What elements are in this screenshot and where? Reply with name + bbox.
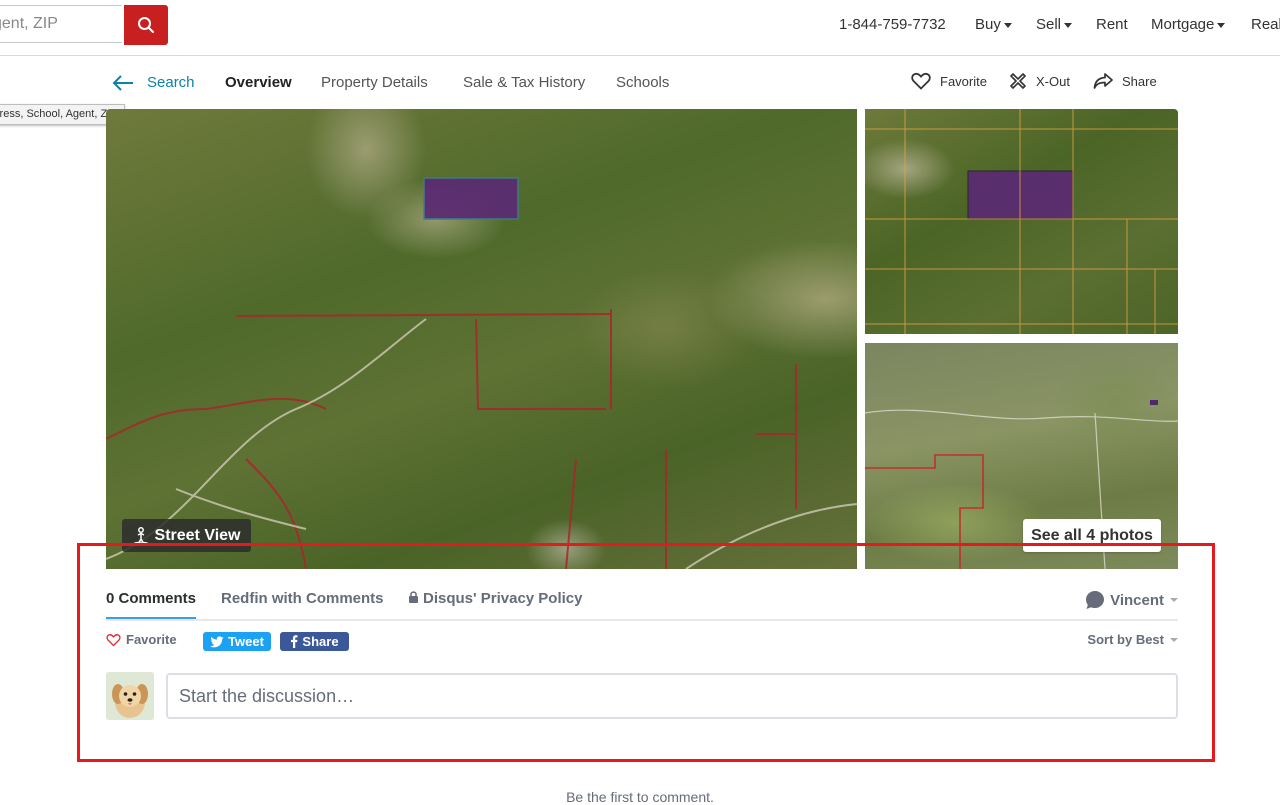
- avatar[interactable]: [106, 672, 154, 720]
- comment-input[interactable]: Start the discussion…: [166, 673, 1178, 719]
- back-to-search-link[interactable]: Search: [147, 74, 195, 91]
- nav-sell-label: Sell: [1036, 16, 1062, 33]
- nav-rent[interactable]: Rent: [1096, 16, 1128, 33]
- annotation-highlight-box: [77, 543, 1215, 762]
- heart-icon: [106, 633, 121, 646]
- nav-buy-label: Buy: [975, 16, 1001, 33]
- caret-down-icon: [1064, 22, 1073, 28]
- tab-comments-count[interactable]: 0 Comments: [106, 590, 197, 619]
- nav-mortgage-label: Mortgage: [1151, 16, 1215, 33]
- tweet-button[interactable]: Tweet: [203, 632, 271, 651]
- nav-mortgage[interactable]: Mortgage: [1151, 16, 1226, 33]
- caret-down-icon: [1217, 22, 1226, 28]
- caret-down-icon: [1170, 637, 1178, 642]
- comment-input-placeholder: Start the discussion…: [179, 685, 355, 706]
- nav-real-estate-agents[interactable]: Real: [1251, 16, 1280, 33]
- xout-label: X-Out: [1036, 73, 1070, 89]
- disqus-header: 0 Comments Redfin with Comments Disqus' …: [106, 582, 1178, 621]
- tweet-label: Tweet: [228, 634, 264, 649]
- tab-sale-tax-history[interactable]: Sale & Tax History: [463, 74, 585, 91]
- facebook-share-button[interactable]: Share: [280, 632, 349, 651]
- nav-buy[interactable]: Buy: [975, 16, 1012, 33]
- facebook-share-label: Share: [302, 634, 339, 649]
- see-all-photos-label: See all 4 photos: [1031, 526, 1153, 544]
- street-view-button[interactable]: Street View: [122, 519, 251, 552]
- street-view-label: Street View: [154, 526, 241, 544]
- header: 1-844-759-7732 Buy Sell Rent Mortgage Re…: [0, 0, 1280, 56]
- tab-overview[interactable]: Overview: [225, 74, 292, 91]
- share-icon: [1093, 73, 1113, 89]
- photo-thumbnail-1[interactable]: [865, 109, 1178, 334]
- x-out-icon: [1010, 73, 1026, 89]
- aerial-map-image: [106, 177, 857, 569]
- twitter-bird-icon: [210, 635, 224, 647]
- back-arrow-icon[interactable]: [111, 74, 135, 92]
- privacy-policy-label: Disqus' Privacy Policy: [423, 590, 583, 607]
- share-label: Share: [1122, 73, 1157, 89]
- facebook-icon: [291, 635, 298, 648]
- puppy-avatar-image: [106, 672, 154, 720]
- speech-bubble-icon: [1086, 591, 1105, 609]
- username: Vincent: [1110, 591, 1164, 609]
- favorite-button[interactable]: Favorite: [911, 72, 987, 90]
- property-subnav: Search Overview Property Details Sale & …: [0, 70, 1280, 96]
- favorite-label: Favorite: [940, 73, 987, 89]
- main-nav: 1-844-759-7732 Buy Sell Rent Mortgage Re…: [0, 16, 1280, 36]
- tab-schools[interactable]: Schools: [616, 74, 669, 91]
- main-photo[interactable]: [106, 109, 857, 569]
- tab-property-details[interactable]: Property Details: [321, 74, 428, 91]
- see-all-photos-button[interactable]: See all 4 photos: [1023, 519, 1161, 552]
- recommend-favorite-button[interactable]: Favorite: [106, 632, 177, 647]
- phone-number[interactable]: 1-844-759-7732: [839, 16, 946, 33]
- xout-button[interactable]: X-Out: [1009, 72, 1070, 90]
- lock-icon: [409, 591, 418, 603]
- privacy-policy-link[interactable]: Disqus' Privacy Policy: [408, 590, 582, 607]
- empty-state-text: Be the first to comment.: [566, 789, 714, 805]
- nav-sell[interactable]: Sell: [1036, 16, 1073, 33]
- recommend-favorite-label: Favorite: [126, 632, 177, 647]
- parcel-map-image: [865, 109, 1178, 334]
- sort-label: Sort by Best: [1087, 632, 1164, 647]
- tab-community[interactable]: Redfin with Comments: [221, 590, 384, 607]
- user-menu[interactable]: Vincent: [1085, 590, 1178, 610]
- caret-down-icon: [1003, 22, 1012, 28]
- heart-icon: [911, 72, 931, 90]
- share-button[interactable]: Share: [1093, 72, 1157, 90]
- caret-down-icon: [1170, 598, 1178, 602]
- sort-dropdown[interactable]: Sort by Best: [1087, 632, 1178, 647]
- pegman-icon: [133, 526, 149, 545]
